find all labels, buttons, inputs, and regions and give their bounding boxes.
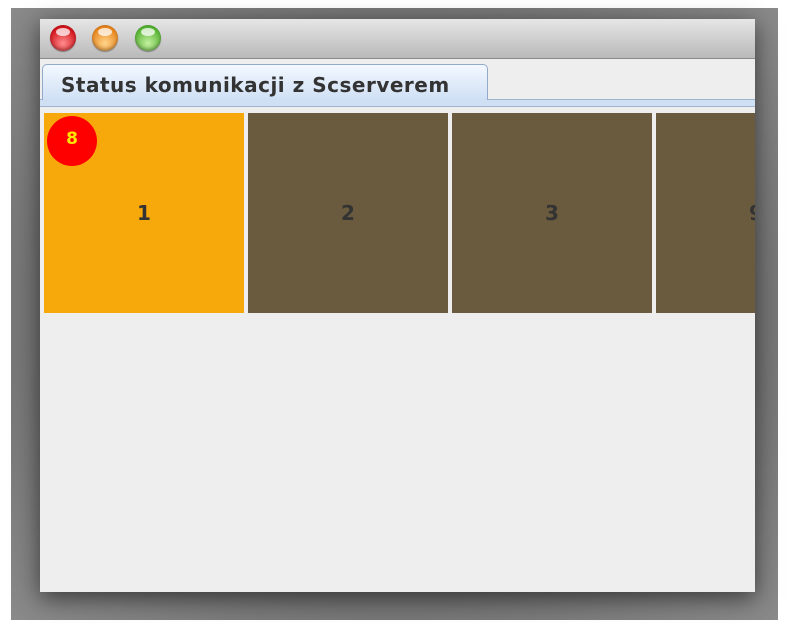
tab-strip: Status komunikacji z Scserverem [40, 59, 755, 109]
tab-status-komunikacji[interactable]: Status komunikacji z Scserverem [42, 64, 488, 100]
app-window: Status komunikacji z Scserverem 8 1 2 3 … [40, 19, 755, 592]
minimize-window-button[interactable] [92, 25, 118, 51]
tab-label: Status komunikacji z Scserverem [61, 73, 450, 97]
tile-3[interactable]: 3 [452, 113, 652, 313]
close-window-button[interactable] [50, 25, 76, 51]
badge-count: 8 [66, 129, 78, 149]
zoom-window-button[interactable] [135, 25, 161, 51]
tile-label: 2 [341, 201, 355, 225]
notification-badge: 8 [47, 116, 97, 166]
tile-2[interactable]: 2 [248, 113, 448, 313]
tile-panel: 8 1 2 3 9 [40, 113, 755, 592]
tile-9[interactable]: 9 [656, 113, 755, 313]
tile-label: 1 [137, 201, 151, 225]
tile-label: 9 [656, 201, 755, 225]
tile-label: 3 [545, 201, 559, 225]
tile-1[interactable]: 8 1 [44, 113, 244, 313]
tab-strip-underline [40, 99, 755, 107]
title-bar[interactable] [40, 19, 755, 59]
